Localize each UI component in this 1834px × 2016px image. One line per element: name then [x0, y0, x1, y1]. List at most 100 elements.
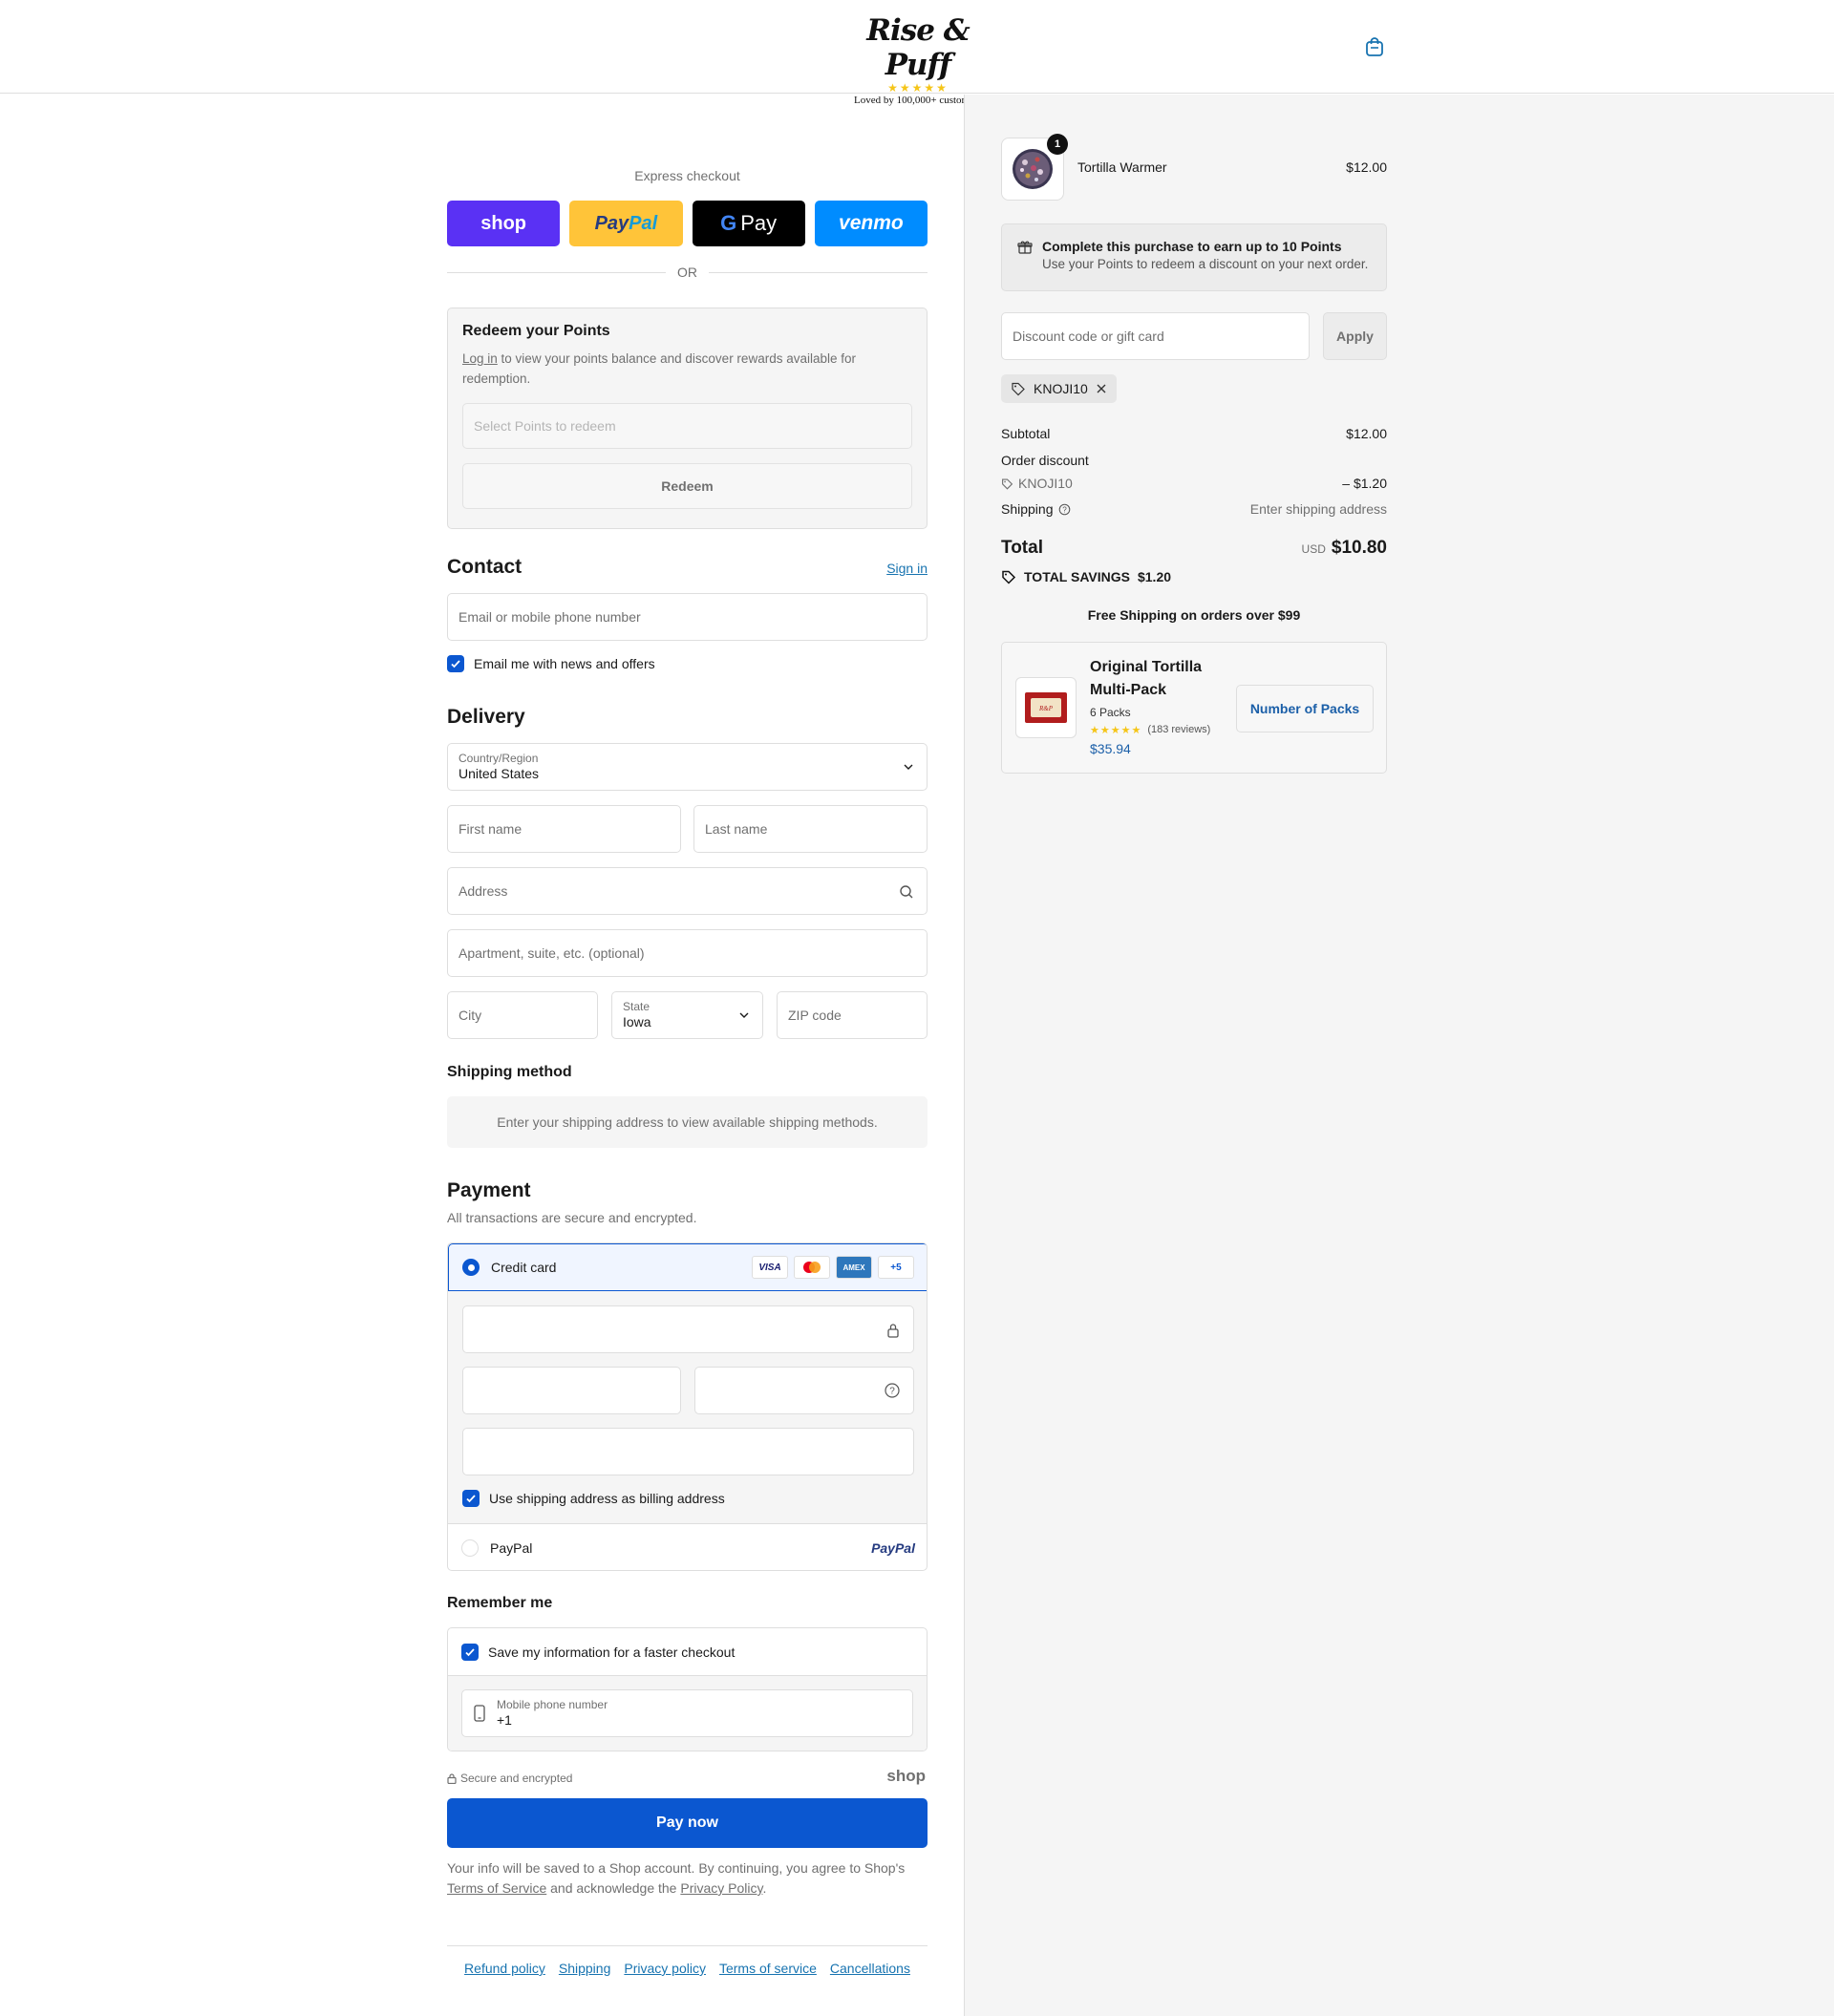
- redeem-title: Redeem your Points: [462, 323, 610, 339]
- state-value: Iowa: [623, 1014, 651, 1029]
- terms-link[interactable]: Terms of Service: [447, 1880, 546, 1896]
- privacy-link[interactable]: Privacy Policy: [680, 1880, 762, 1896]
- points-select[interactable]: Select Points to redeem: [462, 403, 912, 449]
- lock-icon: [447, 1772, 457, 1784]
- recommendation-thumbnail[interactable]: R&P: [1015, 677, 1077, 738]
- recommendation-title[interactable]: Original Tortilla Multi-Pack: [1090, 656, 1202, 702]
- terms-of-service-link[interactable]: Terms of service: [719, 1961, 817, 1976]
- chevron-down-icon: [739, 1012, 749, 1018]
- login-link[interactable]: Log in: [462, 351, 498, 366]
- currency-code: USD: [1301, 542, 1326, 556]
- discount-code-row: KNOJI10 – $1.20: [1001, 476, 1387, 491]
- search-icon: [900, 885, 913, 899]
- discount-chip-code: KNOJI10: [1034, 381, 1088, 396]
- legal-text-1: Your info will be saved to a Shop accoun…: [447, 1860, 906, 1876]
- amex-icon: AMEX: [836, 1256, 872, 1279]
- card-number-field[interactable]: [462, 1305, 914, 1353]
- tag-icon: [1002, 477, 1013, 490]
- logo[interactable]: Rise & Puff ★★★★★ Loved by 100,000+ cust…: [839, 13, 997, 107]
- google-g-icon: G: [720, 211, 737, 235]
- country-select[interactable]: Country/Region United States: [447, 743, 928, 791]
- credit-card-option[interactable]: Credit card VISA AMEX +5: [448, 1243, 927, 1291]
- shop-logo: shop: [886, 1767, 926, 1785]
- help-icon[interactable]: ?: [1058, 503, 1071, 516]
- paypal-option[interactable]: PayPal PayPal: [448, 1523, 927, 1570]
- recommendation-card: R&P Original Tortilla Multi-Pack 6 Packs…: [1001, 642, 1387, 774]
- help-icon[interactable]: ?: [885, 1383, 900, 1398]
- subtotal-row: Subtotal $12.00: [1001, 426, 1387, 441]
- bag-icon[interactable]: [1364, 36, 1385, 57]
- save-info-row[interactable]: Save my information for a faster checkou…: [448, 1628, 927, 1676]
- tortilla-pack-image: R&P: [1025, 692, 1067, 723]
- mastercard-icon: [794, 1256, 830, 1279]
- gpay-label: Pay: [740, 211, 778, 235]
- city-field[interactable]: City: [447, 991, 598, 1039]
- shipping-label: Shipping: [1001, 501, 1054, 517]
- rating-stars: ★★★★★: [1090, 725, 1142, 736]
- svg-text:?: ?: [1062, 505, 1067, 514]
- billing-label: Use shipping address as billing address: [489, 1491, 725, 1506]
- checkbox-checked[interactable]: [447, 655, 464, 672]
- total-value: $10.80: [1331, 538, 1387, 558]
- remember-me-body: Mobile phone number +1: [448, 1676, 927, 1751]
- security-code-field[interactable]: ?: [694, 1367, 914, 1414]
- recommendation-rating: ★★★★★ (183 reviews): [1090, 724, 1210, 736]
- venmo-button[interactable]: venmo: [814, 201, 928, 246]
- news-checkbox-row[interactable]: Email me with news and offers: [447, 655, 655, 672]
- expiration-field[interactable]: [462, 1367, 681, 1414]
- email-field[interactable]: Email or mobile phone number: [447, 593, 928, 641]
- mobile-phone-field[interactable]: Mobile phone number +1: [461, 1689, 913, 1737]
- number-of-packs-button[interactable]: Number of Packs: [1236, 685, 1374, 732]
- checkbox-checked[interactable]: [462, 1490, 480, 1507]
- order-discount-row: Order discount: [1001, 453, 1387, 468]
- footer-links: Refund policy Shipping Privacy policy Te…: [447, 1945, 928, 1976]
- shipping-link[interactable]: Shipping: [559, 1961, 611, 1976]
- shop-pay-button[interactable]: shop: [447, 201, 561, 246]
- radio-unselected[interactable]: [461, 1539, 479, 1557]
- recommendation-price: $35.94: [1090, 741, 1131, 756]
- google-pay-button[interactable]: G Pay: [692, 201, 805, 246]
- item-price: $12.00: [1346, 159, 1387, 175]
- total-savings: TOTAL SAVINGS $1.20: [1001, 569, 1171, 584]
- paypal-button[interactable]: Pay Pal: [569, 201, 683, 246]
- remember-me-title: Remember me: [447, 1595, 553, 1611]
- apply-button[interactable]: Apply: [1323, 312, 1387, 360]
- discount-code-field[interactable]: Discount code or gift card: [1001, 312, 1310, 360]
- secure-note: Secure and encrypted: [447, 1772, 572, 1785]
- legal-text: Your info will be saved to a Shop accoun…: [447, 1858, 928, 1899]
- paypal-logo-pay: Pay: [594, 212, 629, 234]
- zip-field[interactable]: ZIP code: [777, 991, 928, 1039]
- recommendation-variant: 6 Packs: [1090, 706, 1131, 719]
- apartment-field[interactable]: Apartment, suite, etc. (optional): [447, 929, 928, 977]
- points-banner: Complete this purchase to earn up to 10 …: [1001, 223, 1387, 291]
- refund-policy-link[interactable]: Refund policy: [464, 1961, 545, 1976]
- express-checkout-label: Express checkout: [634, 168, 740, 183]
- name-on-card-field[interactable]: [462, 1428, 914, 1475]
- save-info-label: Save my information for a faster checkou…: [488, 1644, 736, 1660]
- total-row: Total USD $10.80: [1001, 538, 1387, 559]
- checkbox-checked[interactable]: [461, 1643, 479, 1661]
- or-label: OR: [677, 265, 697, 280]
- state-select[interactable]: State Iowa: [611, 991, 763, 1039]
- radio-selected[interactable]: [462, 1259, 480, 1276]
- pay-now-button[interactable]: Pay now: [447, 1798, 928, 1848]
- delivery-title: Delivery: [447, 706, 525, 728]
- points-subtitle: Use your Points to redeem a discount on …: [1042, 257, 1369, 271]
- redeem-button[interactable]: Redeem: [462, 463, 912, 509]
- order-discount-label: Order discount: [1001, 453, 1089, 468]
- billing-checkbox-row[interactable]: Use shipping address as billing address: [462, 1490, 725, 1507]
- sign-in-link[interactable]: Sign in: [886, 561, 928, 576]
- header: Rise & Puff ★★★★★ Loved by 100,000+ cust…: [0, 0, 1834, 106]
- total-label: Total: [1001, 538, 1043, 558]
- first-name-field[interactable]: First name: [447, 805, 681, 853]
- redeem-points-box: Redeem your Points Log in to view your p…: [447, 308, 928, 529]
- savings-value: $1.20: [1137, 569, 1172, 584]
- privacy-policy-link[interactable]: Privacy policy: [624, 1961, 706, 1976]
- close-icon[interactable]: [1096, 383, 1107, 394]
- last-name-field[interactable]: Last name: [693, 805, 928, 853]
- cancellations-link[interactable]: Cancellations: [830, 1961, 910, 1976]
- news-label: Email me with news and offers: [474, 656, 655, 671]
- redeem-description: to view your points balance and discover…: [462, 351, 856, 386]
- chevron-down-icon: [904, 764, 913, 770]
- address-field[interactable]: Address: [447, 867, 928, 915]
